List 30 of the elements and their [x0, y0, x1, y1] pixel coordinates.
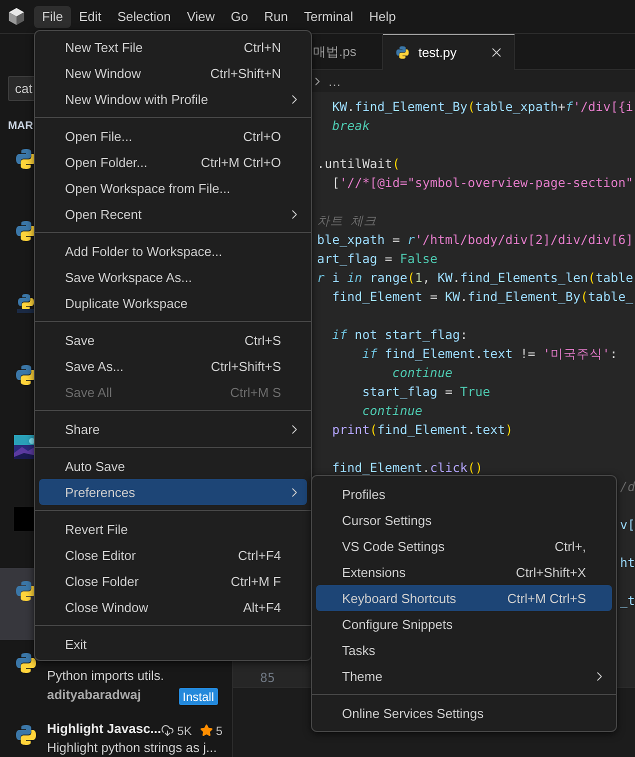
line-number: 85 [260, 669, 275, 687]
code-line: art_flag = False [316, 250, 438, 268]
code-line: /d [620, 478, 635, 496]
code-line: r i in range(1, KW.find_Elements_len(table [316, 269, 634, 287]
extension-description: Highlight python strings as j... [47, 740, 218, 757]
code-line: find_Element.click() [331, 459, 483, 477]
download-count: 5K [177, 724, 192, 738]
tab-label: 매법.ps [313, 43, 356, 61]
tab-label: test.py [418, 45, 457, 60]
code-line: KW.find_Element_By(table_xpath+f'/div[{i [331, 98, 634, 116]
code-line: print(find_Element.text) [331, 421, 513, 439]
code-line: v[ [620, 516, 635, 534]
section-header: MAR [8, 120, 34, 134]
code-line: break [331, 117, 370, 135]
code-line: continue [391, 364, 453, 382]
code-line: _t [620, 592, 635, 610]
code-line: if not start_flag: [331, 326, 468, 344]
code-line: ht [620, 554, 635, 572]
code-line: start_flag = True [361, 383, 490, 401]
extension-title: Highlight Javasc... [47, 721, 162, 738]
code-line: if find_Element.text != '미국주식': [361, 345, 618, 363]
code-line: 차트 체크 [316, 212, 377, 230]
rating: 5 [216, 724, 223, 738]
extension-description: Python imports utils. [47, 668, 166, 685]
code-line: ['//*[@id="symbol-overview-page-section" [331, 174, 634, 192]
code-line: find_Element = KW.find_Element_By(table_ [331, 288, 634, 306]
code-line: ble_xpath = r'/html/body/div[2]/div/div[6] [316, 231, 634, 249]
code-line: .untilWait( [316, 155, 400, 173]
publisher-name: adityabaradwaj [47, 687, 141, 704]
code-line: continue [361, 402, 422, 420]
